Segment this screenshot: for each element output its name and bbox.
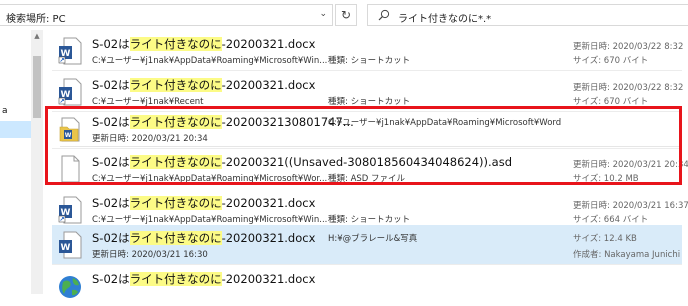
address-bar[interactable]: 検索場所: PC ⌄ — [0, 4, 333, 26]
file-name[interactable]: S-02はライト付きなのに-20200321.docx — [92, 36, 315, 52]
scroll-up-icon[interactable]: ▲ — [31, 32, 43, 40]
nav-scrollbar[interactable]: ▲ — [31, 30, 43, 294]
file-name[interactable]: S-02はライト付きなのに-20200321.docx — [92, 230, 315, 246]
file-name[interactable]: S-02はライト付きなのに-20200321.docx — [92, 271, 315, 287]
highlight-box — [45, 106, 682, 185]
file-size: サイズ: 664 バイト — [573, 215, 649, 225]
modified-date: 更新日時: 2020/03/22 8:32 — [573, 42, 684, 52]
result-item[interactable]: W S-02はライト付きなのに-20200321.docx C:¥ユーザー¥j1… — [52, 190, 688, 230]
word-doc-icon: W — [58, 37, 82, 65]
file-type: 種類: ショートカット — [328, 56, 411, 66]
scrollbar-thumb[interactable] — [33, 56, 41, 118]
chevron-down-icon[interactable]: ⌄ — [319, 9, 327, 19]
svg-text:W: W — [61, 243, 71, 253]
modified-date: 更新日時: 2020/03/21 16:30 — [92, 250, 208, 260]
result-item[interactable]: W S-02はライト付きなのに-20200321.docx C:¥ユーザー¥j1… — [52, 31, 684, 71]
globe-icon — [59, 276, 81, 298]
word-doc-icon: W — [58, 78, 82, 106]
search-input[interactable]: ライト付きなのに*.* — [398, 10, 491, 25]
folder-path: H:¥@ブラレール&写真 — [328, 234, 418, 244]
file-path: C:¥ユーザー¥j1nak¥AppData¥Roaming¥Microsoft¥… — [92, 215, 328, 225]
file-name[interactable]: S-02はライト付きなのに-20200321.docx — [92, 77, 315, 93]
modified-date: 更新日時: 2020/03/22 8:32 — [573, 83, 684, 93]
word-doc-icon: W — [59, 231, 82, 259]
file-author: 作成者: Nakayama Junichi — [573, 250, 681, 260]
search-box[interactable]: ライト付きなのに*.* — [367, 4, 688, 26]
file-size: サイズ: 670 バイト — [573, 56, 649, 66]
word-doc-icon: W — [58, 196, 82, 224]
file-path: C:¥ユーザー¥j1nak¥AppData¥Roaming¥Microsoft¥… — [92, 56, 328, 66]
address-text: 検索場所: PC — [6, 14, 66, 25]
nav-item-label[interactable]: a — [2, 106, 8, 116]
file-type: 種類: ショートカット — [328, 215, 411, 225]
result-item-selected[interactable]: W S-02はライト付きなのに-20200321.docx 更新日時: 2020… — [52, 225, 682, 265]
refresh-icon: ↻ — [340, 8, 352, 22]
search-icon — [378, 9, 390, 21]
navigation-pane: a ▲ — [0, 30, 43, 294]
nav-item-selected[interactable] — [0, 121, 31, 138]
file-size: サイズ: 12.4 KB — [573, 234, 637, 244]
toolbar: 検索場所: PC ⌄ ↻ ライト付きなのに*.* — [0, 0, 688, 30]
refresh-button[interactable]: ↻ — [335, 4, 357, 26]
file-name[interactable]: S-02はライト付きなのに-20200321.docx — [92, 195, 315, 211]
result-item[interactable]: S-02はライト付きなのに-20200321.docx — [52, 266, 682, 306]
modified-date: 更新日時: 2020/03/21 16:37 — [573, 201, 688, 211]
